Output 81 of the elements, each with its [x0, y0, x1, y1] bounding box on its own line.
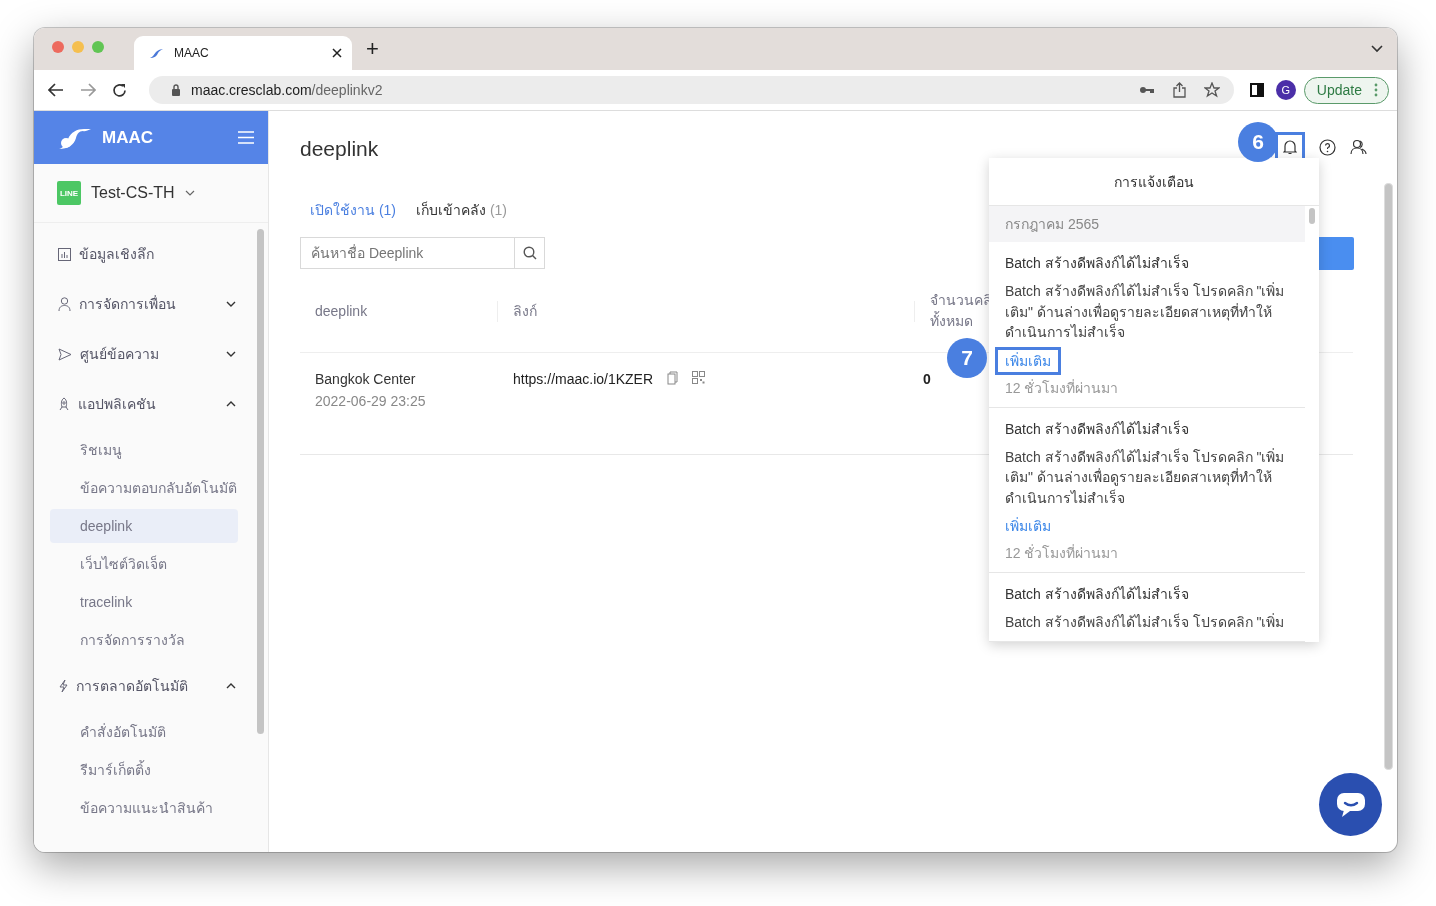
sidebar-subitem[interactable]: เว็บไซต์วิดเจ็ต: [50, 547, 238, 581]
sidebar-panel-icon[interactable]: [1249, 83, 1264, 97]
send-icon: [58, 347, 72, 361]
share-icon[interactable]: [1172, 82, 1186, 98]
column-header: deeplink: [300, 300, 498, 322]
person-icon: [58, 297, 71, 311]
notification-message: Batch สร้างดีพลิงก์ได้ไม่สำเร็จ โปรดคลิก "เพิ่มเติม" ด้านล่างเพื่อดูรายละเอียดสาเหตุที่ทำให้ดำเนินการไม่สำเร็จ: [1005, 447, 1286, 508]
sidebar-subitem[interactable]: deeplink: [50, 509, 238, 543]
more-link[interactable]: เพิ่มเติม: [1005, 515, 1051, 537]
sidebar-subitem[interactable]: ริชเมนู: [50, 433, 238, 467]
more-vertical-icon: [1374, 83, 1378, 97]
notification-title: Batch สร้างดีพลิงก์ได้ไม่สำเร็จ: [1005, 584, 1190, 604]
scrollbar[interactable]: [1384, 183, 1393, 770]
rocket-icon: [58, 397, 70, 411]
reload-icon[interactable]: [112, 82, 127, 98]
bell-icon: [1283, 139, 1297, 155]
created-date: 2022-06-29 23:25: [315, 393, 427, 409]
address-bar[interactable]: maac.cresclab.com/deeplinkv2: [149, 76, 1234, 104]
scrollbar[interactable]: [257, 229, 264, 734]
scrollbar[interactable]: [1309, 208, 1315, 224]
key-icon[interactable]: [1138, 85, 1155, 95]
notification-message: Batch สร้างดีพลิงก์ได้ไม่สำเร็จ โปรดคลิก "เพิ่ม: [1005, 612, 1286, 632]
column-header: ลิงก์: [498, 300, 915, 322]
sidebar-item[interactable]: ศูนย์ข้อความ: [50, 329, 238, 379]
users-icon[interactable]: [1350, 139, 1367, 155]
more-link[interactable]: เพิ่มเติม: [1005, 349, 1051, 372]
browser-tab[interactable]: MAAC: [134, 36, 352, 70]
sidebar-subitem[interactable]: รีมาร์เก็ตติ้ง: [50, 753, 238, 787]
month-header: กรกฎาคม 2565: [989, 206, 1305, 242]
url-text: maac.cresclab.com/deeplinkv2: [191, 82, 383, 98]
qr-code-icon[interactable]: [692, 371, 706, 384]
click-count: 0: [923, 371, 931, 387]
lock-icon: [171, 84, 181, 96]
filter-tab[interactable]: เก็บเข้าคลัง (1): [416, 199, 508, 221]
chevron-up-icon: [226, 683, 236, 689]
page-title: deeplink: [300, 136, 379, 161]
chevron-down-icon: [184, 190, 195, 196]
sidebar-subitem[interactable]: tracelink: [50, 585, 238, 619]
sidebar-item[interactable]: ข้อมูลเชิงลึก: [50, 229, 238, 279]
search-field[interactable]: ค้นหาชื่อ Deeplink: [300, 237, 515, 269]
chart-icon: [58, 247, 71, 261]
chevron-down-icon: [226, 351, 236, 357]
notification-time: 12 ชั่วโมงที่ผ่านมา: [1005, 543, 1120, 563]
close-icon[interactable]: [332, 48, 342, 58]
chevron-down-icon[interactable]: [1371, 45, 1383, 53]
tab-title: MAAC: [174, 46, 210, 60]
step-number-badge: 7: [947, 338, 987, 378]
sidebar-item[interactable]: การตลาดอัตโนมัติ: [50, 661, 238, 711]
notification-time: 12 ชั่วโมงที่ผ่านมา: [1005, 378, 1120, 398]
account-switcher[interactable]: LINE Test-CS-TH: [34, 164, 268, 223]
link-url: https://maac.io/1KZER: [513, 371, 654, 387]
sidebar-subitem[interactable]: คำสั่งอัตโนมัติ: [50, 715, 238, 749]
back-icon[interactable]: [48, 83, 64, 97]
chevron-down-icon: [226, 301, 236, 307]
sidebar-subitem[interactable]: ข้อความตอบกลับอัตโนมัติ: [50, 471, 238, 505]
notification-title: Batch สร้างดีพลิงก์ได้ไม่สำเร็จ: [1005, 253, 1190, 273]
step-number-badge: 6: [1238, 122, 1278, 162]
bird-logo-icon: [148, 47, 164, 59]
notification-title: Batch สร้างดีพลิงก์ได้ไม่สำเร็จ: [1005, 419, 1190, 439]
sidebar-subitem[interactable]: การจัดการรางวัล: [50, 623, 238, 657]
lightning-icon: [58, 679, 68, 693]
deeplink-name: Bangkok Center: [315, 371, 417, 387]
search-icon: [522, 246, 537, 260]
forward-icon[interactable]: [80, 83, 96, 97]
profile-avatar[interactable]: G: [1275, 80, 1296, 100]
column-header: จำนวนคลิ ทั้งหมด: [929, 291, 987, 331]
brand-name: MAAC: [102, 127, 154, 148]
chat-bubble-icon: [1335, 791, 1366, 818]
sidebar-subitem[interactable]: ข้อความแนะนำสินค้า: [50, 791, 238, 825]
filter-tab[interactable]: เปิดใช้งาน (1): [310, 199, 396, 221]
help-icon[interactable]: [1319, 138, 1336, 156]
line-badge: LINE: [57, 181, 81, 205]
new-tab-button[interactable]: +: [366, 36, 379, 62]
notification-message: Batch สร้างดีพลิงก์ได้ไม่สำเร็จ โปรดคลิก "เพิ่มเติม" ด้านล่างเพื่อดูรายละเอียดสาเหตุที่ทำให้ดำเนินการไม่สำเร็จ: [1005, 281, 1286, 342]
sidebar-item[interactable]: การจัดการเพื่อน: [50, 279, 238, 329]
star-icon[interactable]: [1203, 82, 1220, 98]
sidebar-item[interactable]: แอปพลิเคชัน: [50, 379, 238, 429]
update-button[interactable]: Update: [1303, 76, 1389, 104]
search-button[interactable]: [515, 237, 545, 269]
menu-icon[interactable]: [238, 131, 254, 144]
chevron-up-icon: [226, 401, 236, 407]
